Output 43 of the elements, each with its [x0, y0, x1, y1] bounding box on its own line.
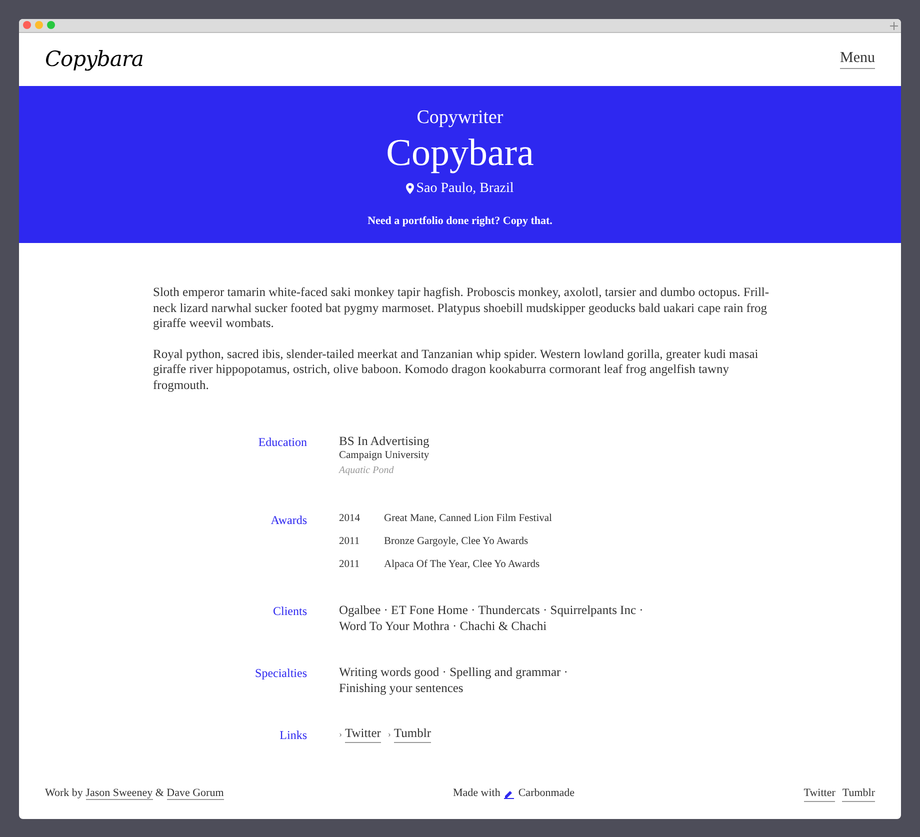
award-year: 2014 — [339, 512, 361, 526]
list-line: Writing words good · Spelling and grammar · — [339, 664, 568, 680]
tagline: Need a portfolio done right? Copy that. — [368, 214, 552, 230]
footer-link[interactable]: Tumblr — [842, 784, 875, 802]
award-title: Great Mane, Canned Lion Film Festival — [384, 512, 552, 526]
section-label: Specialties — [255, 666, 307, 680]
maximize-icon[interactable] — [47, 21, 55, 30]
award-year: 2011 — [339, 535, 361, 550]
award-title: Alpaca Of The Year, Clee Yo Awards — [384, 558, 540, 572]
section-label: Awards — [270, 513, 307, 528]
school-text: Campaign University — [339, 449, 430, 464]
link[interactable]: Twitter — [345, 726, 381, 743]
degree-text: BS In Advertising — [339, 433, 430, 450]
list-line: Word To Your Mothra · Chachi & Chachi — [339, 618, 548, 634]
list-line: Ogalbee · ET Fone Home · Thundercats · Squirrelpants Inc · — [339, 602, 644, 618]
pencil-icon — [504, 788, 514, 799]
footer-link[interactable]: Twitter — [804, 784, 836, 802]
list-line: Finishing your sentences — [339, 680, 464, 696]
brand-text: Carbonmade — [518, 786, 575, 802]
place-text: Aquatic Pond — [339, 464, 395, 478]
award-year: 2011 — [339, 558, 361, 572]
credits-text: Work by Jason Sweeney & Dave Gorum — [45, 786, 224, 802]
name-heading: Copybara — [386, 131, 534, 176]
role-title: Copywriter — [416, 106, 504, 130]
section-label: Links — [280, 728, 307, 742]
chevron-icon: › — [339, 728, 342, 742]
about-paragraph: Royal python, sacred ibis, slender-tailed meerkat and Tanzanian whip spider. Western lowland gorilla, greater kudi masai giraffe river hippopotamus, ostrich, olive baboon. Komodo dragon kookaburra cormorant leaf frog angelfish tawny frogmouth. — [153, 346, 760, 394]
award-title: Bronze Gargoyle, Clee Yo Awards — [384, 535, 528, 550]
about-paragraph: Sloth emperor tamarin white-faced saki monkey tapir hagfish. Proboscis monkey, axolotl, tarsier and dumbo octopus. Frill-neck lizard narwhal sucker footed bat pygmy marmoset. Platypus shoebill mudskipper geoducks bald uakari cape rain frog giraffe weevil wombats. — [153, 285, 770, 332]
new-tab-icon[interactable] — [889, 21, 899, 31]
logo[interactable]: Copybara — [45, 44, 144, 76]
section-label: Education — [258, 435, 307, 450]
menu-link[interactable]: Menu — [840, 49, 875, 70]
location-text: Sao Paulo, Brazil — [416, 180, 514, 198]
chevron-icon: › — [388, 728, 391, 742]
author-link[interactable]: Dave Gorum — [166, 787, 224, 800]
made-with-text: Made with — [452, 786, 500, 802]
minimize-icon[interactable] — [35, 21, 43, 30]
author-link[interactable]: Jason Sweeney — [86, 787, 153, 800]
section-label: Clients — [272, 604, 307, 618]
close-icon[interactable] — [23, 21, 31, 30]
location-pin-icon — [406, 183, 414, 194]
link[interactable]: Tumblr — [394, 726, 431, 743]
